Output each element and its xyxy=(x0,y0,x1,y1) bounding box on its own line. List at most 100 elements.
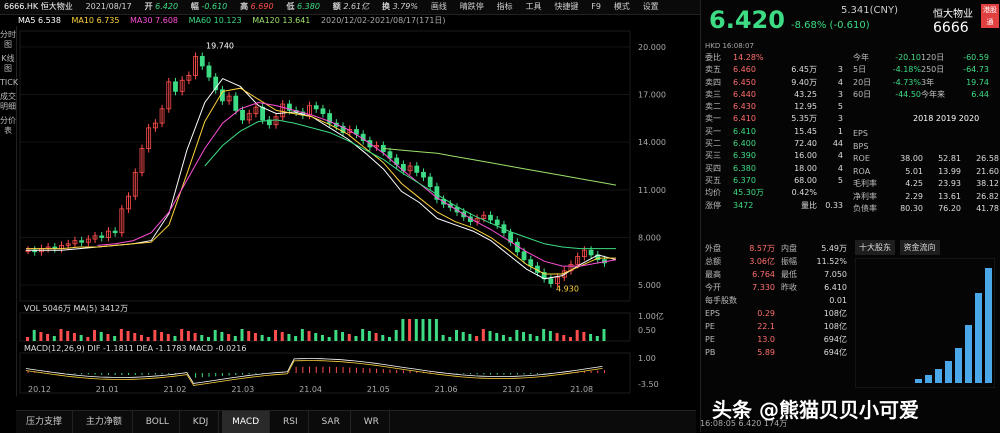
menu-f9[interactable]: F9 xyxy=(591,0,601,14)
volume-bar xyxy=(522,332,526,341)
tab-boll[interactable]: BOLL xyxy=(136,411,180,433)
menu-settings[interactable]: 设置 xyxy=(643,0,659,14)
volume-bar xyxy=(421,319,425,341)
candle-body xyxy=(240,110,245,121)
last-price: 6.420 xyxy=(709,6,785,34)
orderbook-n: 4 xyxy=(837,151,843,161)
volume-bar xyxy=(240,329,244,341)
volume-bar xyxy=(206,337,210,341)
y-tick-label: 8.000 xyxy=(638,233,661,242)
menu-draw[interactable]: 画线 xyxy=(431,0,447,14)
tab-rsi[interactable]: RSI xyxy=(273,411,309,433)
x-tick-label: 21.05 xyxy=(367,385,390,394)
detail-v2: 0.01 xyxy=(829,296,847,305)
stock-code: 6666 xyxy=(933,20,969,36)
menu-shortcut[interactable]: 快捷键 xyxy=(554,0,578,14)
volume-bar xyxy=(133,333,137,341)
flow-bar xyxy=(965,325,972,383)
stats-l: 5日 xyxy=(853,65,867,75)
stats-c: 19.74 xyxy=(966,77,989,87)
detail-v2: 6.410 xyxy=(824,283,847,292)
high-label: 高 6.690 xyxy=(240,2,274,11)
sidebar-tick[interactable]: TICK xyxy=(0,78,18,88)
tab-macd[interactable]: MACD xyxy=(222,411,271,433)
detail-l: PB xyxy=(705,348,716,357)
menu-limit[interactable]: 晴跌停 xyxy=(460,0,484,14)
orderbook-label: 买一 xyxy=(705,126,721,136)
low-label: 低 6.380 xyxy=(286,2,320,11)
volume-bar xyxy=(26,337,29,341)
orderbook-price: 6.390 xyxy=(733,151,756,161)
orderbook: 委比 14.28% 卖五 6.460 6.45万 3 卖四 6.450 9.40万 4 卖三 6.44… xyxy=(705,52,850,212)
tab-mainflow[interactable]: 主力净额 xyxy=(76,411,133,433)
detail-l2: 昨收 xyxy=(781,283,797,292)
left-sidebar: 分时图 K线图 TICK 成交明细 分价表 xyxy=(0,26,18,396)
stock-name: 恒大物业 xyxy=(933,9,973,20)
orderbook-label: 买四 xyxy=(705,163,721,173)
volume-bar xyxy=(320,335,324,341)
volume-bar xyxy=(166,334,170,341)
menu-indicator[interactable]: 指标 xyxy=(497,0,513,14)
volume-bar xyxy=(267,337,271,341)
volume-bar xyxy=(354,336,358,341)
sidebar-kline[interactable]: K线图 xyxy=(0,54,16,74)
ma120-label: MA120 13.641 xyxy=(252,16,311,25)
orderbook-n: 3 xyxy=(837,65,843,75)
detail-v2: 694亿 xyxy=(823,335,847,344)
tab-sar[interactable]: SAR xyxy=(312,411,351,433)
detail-v2: 108亿 xyxy=(823,309,847,318)
sidebar-trades[interactable]: 成交明细 xyxy=(0,92,16,112)
connect-badge[interactable]: 港股通 xyxy=(981,4,999,28)
detail-v: 5.89 xyxy=(757,348,775,357)
menu-tools[interactable]: 工具 xyxy=(525,0,541,14)
indicator-tabs: 压力支撑 主力净额 BOLL KDJ MACD RSI SAR WR xyxy=(16,410,696,433)
orderbook-header: HKD 16:08:07 xyxy=(705,42,754,50)
stats-row: 今年 -20.10120日 -60.59 xyxy=(853,52,999,64)
tab-wr[interactable]: WR xyxy=(354,411,390,433)
flow-bar xyxy=(985,268,992,383)
volume-bar xyxy=(327,337,331,341)
y-tick-label: 14.000 xyxy=(638,138,666,147)
volume-bar xyxy=(401,319,405,341)
orderbook-vol: 43.25 xyxy=(794,89,817,99)
orderbook-label: 卖一 xyxy=(705,114,721,124)
kline-chart[interactable]: 20.000 17.000 14.000 11.000 8.000 5.000 19.740… xyxy=(16,26,696,396)
volume-bar xyxy=(146,337,150,341)
orderbook-label: 卖二 xyxy=(705,102,721,112)
tab-capital-flow[interactable]: 资金流向 xyxy=(899,240,940,255)
tab-pressure[interactable]: 压力支撑 xyxy=(16,411,74,433)
fin-c: 21.60 xyxy=(976,166,999,176)
volume-bar xyxy=(347,334,351,341)
sidebar-price-table[interactable]: 分价表 xyxy=(0,116,16,136)
fin-b: 52.81 xyxy=(938,154,961,163)
orderbook-price: 6.430 xyxy=(733,102,756,112)
detail-v: 6.764 xyxy=(752,270,775,279)
candle-body xyxy=(427,176,433,188)
volume-bar xyxy=(220,332,224,341)
sidebar-intraday[interactable]: 分时图 xyxy=(0,30,16,50)
volume-bar xyxy=(542,329,546,341)
orderbook-price: 6.460 xyxy=(733,65,756,75)
detail-row: 总额 3.06亿 振幅 11.52% xyxy=(705,255,850,268)
orderbook-row: 买四 6.380 18.00 4 xyxy=(705,163,850,175)
x-tick-label: 21.07 xyxy=(502,385,525,394)
detail-row: PB 5.89 694亿 xyxy=(705,346,850,359)
stats-c: -64.73 xyxy=(963,65,989,75)
detail-v: 22.1 xyxy=(757,322,775,331)
detail-l2: 振幅 xyxy=(781,257,797,266)
volume-bar xyxy=(575,330,579,341)
volume-bar xyxy=(52,336,56,341)
stats-b: 今年来 xyxy=(921,89,945,99)
stats-b: 250日 xyxy=(921,65,945,75)
candle-body xyxy=(99,235,105,238)
stats-row: 20日 -4.73%3年 19.74 xyxy=(853,77,999,89)
tab-kdj[interactable]: KDJ xyxy=(183,411,220,433)
high-price-label: 19.740 xyxy=(206,41,234,50)
menu-mode[interactable]: 模式 xyxy=(614,0,630,14)
detail-row: 每手股数 0.01 xyxy=(705,294,850,307)
volume-bar xyxy=(139,335,143,341)
orderbook-n: 5 xyxy=(837,102,843,112)
tab-shareholders[interactable]: 十大股东 xyxy=(855,240,895,255)
volume-bar xyxy=(99,332,103,341)
fin-l: 负债率 xyxy=(853,204,877,213)
